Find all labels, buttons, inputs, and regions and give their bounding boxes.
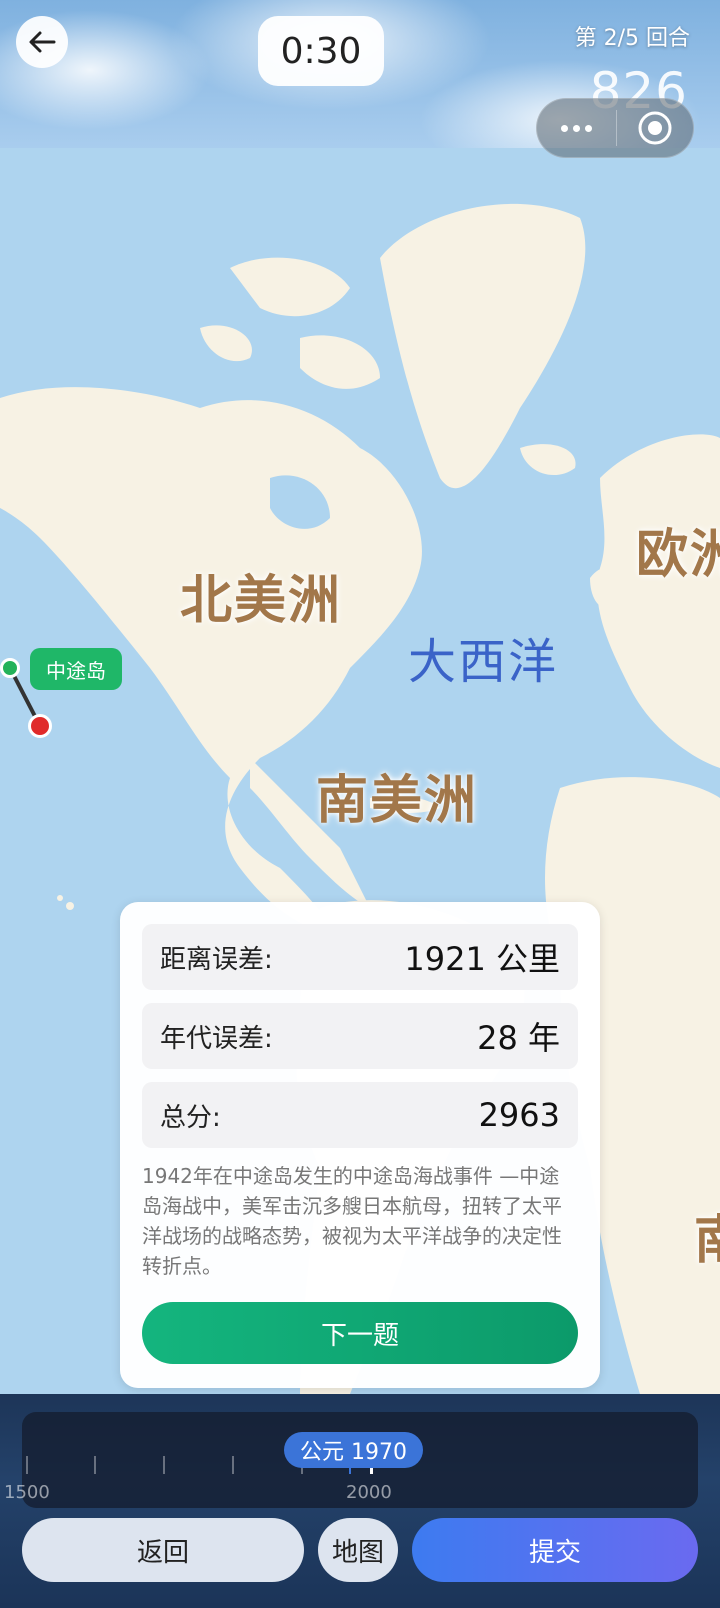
timeline-tick bbox=[94, 1456, 96, 1474]
distance-error-label: 距离误差: bbox=[160, 944, 273, 975]
year-timeline-slider[interactable]: 公元 1970 1500 2000 bbox=[4, 1412, 698, 1508]
label-north-america: 北美洲 bbox=[180, 571, 343, 631]
total-score-row: 总分: 2963 bbox=[142, 1082, 578, 1148]
guess-location-pin bbox=[28, 714, 52, 738]
label-partial-continent: 南 bbox=[694, 1198, 720, 1273]
total-score-label: 总分: bbox=[160, 1102, 221, 1133]
label-south-america: 南美洲 bbox=[316, 771, 479, 831]
result-card: 距离误差: 1921 公里 年代误差: 28 年 总分: 2963 1942年在… bbox=[120, 902, 600, 1388]
timeline-tick bbox=[232, 1456, 234, 1474]
back-arrow-button[interactable] bbox=[16, 16, 68, 68]
timeline-tick bbox=[26, 1456, 28, 1474]
next-question-button[interactable]: 下一题 bbox=[142, 1302, 578, 1364]
back-arrow-icon bbox=[29, 31, 56, 53]
actual-location-pin bbox=[0, 658, 20, 678]
label-atlantic-ocean: 大西洋 bbox=[408, 634, 559, 690]
event-description: 1942年在中途岛发生的中途岛海战事件 —中途岛海战中，美军击沉多艘日本航母，扭… bbox=[142, 1164, 562, 1278]
more-dot-icon bbox=[584, 124, 592, 132]
era-error-row: 年代误差: 28 年 bbox=[142, 1003, 578, 1069]
label-europe: 欧洲 bbox=[636, 525, 720, 585]
back-button[interactable]: 返回 bbox=[22, 1518, 304, 1582]
more-dot-icon bbox=[572, 124, 580, 132]
location-name-tag: 中途岛 bbox=[30, 648, 122, 690]
miniprogram-capsule bbox=[536, 98, 694, 158]
era-error-value: 28 年 bbox=[477, 1019, 560, 1057]
close-miniprogram-button[interactable] bbox=[617, 110, 693, 146]
total-score-value: 2963 bbox=[478, 1096, 560, 1134]
more-options-button[interactable] bbox=[537, 99, 616, 157]
countdown-timer: 0:30 bbox=[258, 16, 384, 86]
bottom-control-panel: 公元 1970 1500 2000 返回 地图 提交 bbox=[0, 1394, 720, 1608]
distance-error-row: 距离误差: 1921 公里 bbox=[142, 924, 578, 990]
map-button[interactable]: 地图 bbox=[318, 1518, 398, 1582]
selected-year-badge: 公元 1970 bbox=[284, 1432, 423, 1468]
round-indicator: 第 2/5 回合 bbox=[574, 26, 690, 51]
target-circle-icon bbox=[638, 111, 672, 145]
more-dot-icon bbox=[560, 124, 568, 132]
submit-button[interactable]: 提交 bbox=[412, 1518, 698, 1582]
timeline-tick bbox=[163, 1456, 165, 1474]
timeline-start-label: 1500 bbox=[4, 1482, 50, 1503]
distance-error-value: 1921 公里 bbox=[404, 940, 560, 978]
timeline-2000-label: 2000 bbox=[346, 1482, 392, 1503]
era-error-label: 年代误差: bbox=[160, 1023, 273, 1054]
